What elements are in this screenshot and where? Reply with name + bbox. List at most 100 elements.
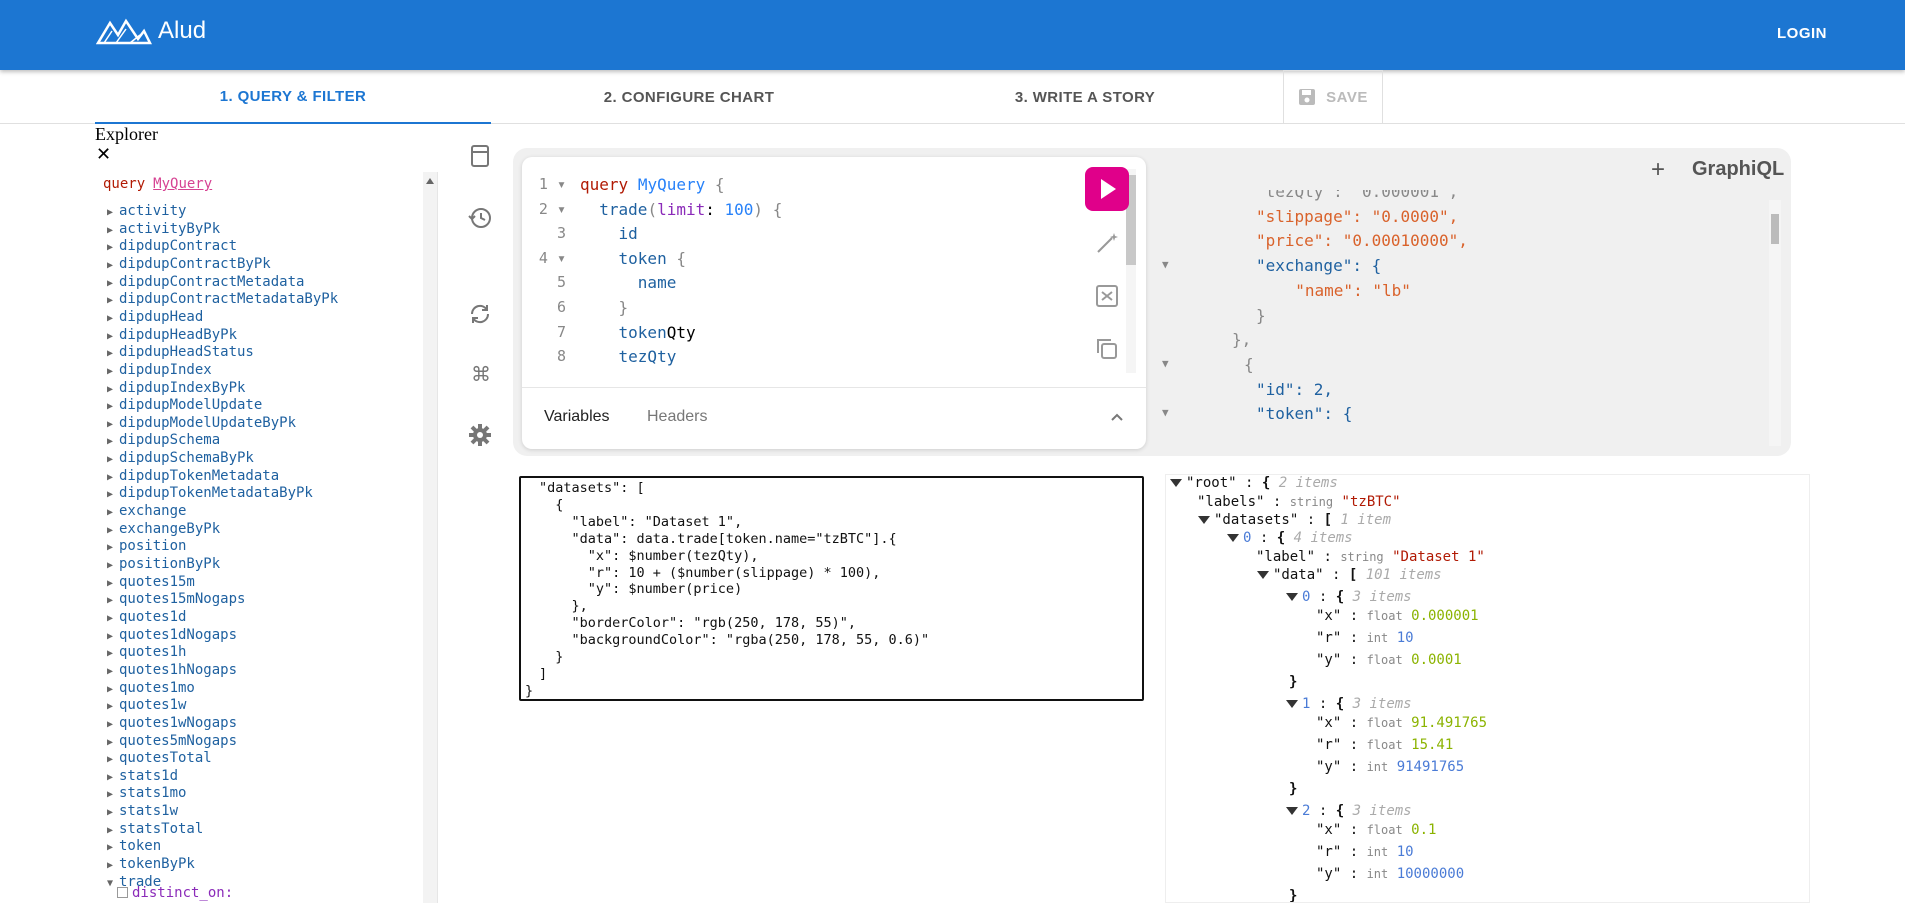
tree-item[interactable]: 2 : { 3 items	[1286, 803, 1412, 819]
expand-caret-icon[interactable]	[1286, 593, 1298, 601]
tree-brace[interactable]: }	[1289, 674, 1297, 690]
explorer-field-dipdupSchema[interactable]: ▶ dipdupSchema	[107, 432, 220, 448]
explorer-field-dipdupTokenMetadata[interactable]: ▶ dipdupTokenMetadata	[107, 468, 279, 484]
explorer-field-dipdupModelUpdate[interactable]: ▶ dipdupModelUpdate	[107, 397, 262, 413]
explorer-field-dipdupIndexByPk[interactable]: ▶ dipdupIndexByPk	[107, 380, 245, 396]
explorer-field-dipdupContractMetadataByPk[interactable]: ▶ dipdupContractMetadataByPk	[107, 291, 338, 307]
explorer-field-statsTotal[interactable]: ▶ statsTotal	[107, 821, 203, 837]
tree-labels[interactable]: "labels" : string "tzBTC"	[1197, 494, 1401, 510]
explorer-field-dipdupModelUpdateByPk[interactable]: ▶ dipdupModelUpdateByPk	[107, 415, 296, 431]
explorer-field-quotes1mo[interactable]: ▶ quotes1mo	[107, 680, 195, 696]
expand-caret-icon[interactable]	[1257, 571, 1269, 579]
explorer-field-quotes1dNogaps[interactable]: ▶ quotes1dNogaps	[107, 627, 237, 643]
close-icon[interactable]: ✕	[96, 144, 111, 165]
save-button[interactable]: SAVE	[1283, 70, 1383, 124]
tree-item-r[interactable]: "r" : int 10	[1316, 844, 1414, 860]
tree-item-r[interactable]: "r" : int 10	[1316, 630, 1414, 646]
keyboard-shortcuts-icon[interactable]: ⌘	[466, 360, 494, 388]
add-tab-button[interactable]: +	[1651, 156, 1665, 184]
explorer-field-token[interactable]: ▶ token	[107, 838, 161, 854]
explorer-field-dipdupContract[interactable]: ▶ dipdupContract	[107, 238, 237, 254]
explorer-field-dipdupHeadByPk[interactable]: ▶ dipdupHeadByPk	[107, 327, 237, 343]
tab-query-filter[interactable]: 1. QUERY & FILTER	[95, 70, 491, 124]
explorer-field-dipdupHead[interactable]: ▶ dipdupHead	[107, 309, 203, 325]
run-query-button[interactable]	[1085, 167, 1129, 211]
checkbox[interactable]	[117, 887, 128, 898]
history-icon[interactable]	[466, 204, 494, 232]
explorer-field-quotes15mNogaps[interactable]: ▶ quotes15mNogaps	[107, 591, 245, 607]
tree-item-y[interactable]: "y" : float 0.0001	[1316, 652, 1462, 668]
tree-item-y[interactable]: "y" : int 10000000	[1316, 866, 1464, 882]
tree-item-x[interactable]: "x" : float 91.491765	[1316, 715, 1487, 731]
result-scrollbar[interactable]	[1769, 200, 1781, 446]
expand-caret-icon[interactable]	[1227, 534, 1239, 542]
tab-write-story[interactable]: 3. WRITE A STORY	[887, 70, 1283, 124]
settings-gear-icon[interactable]	[466, 421, 494, 449]
fold-arrow-icon[interactable]: ▼	[1162, 357, 1169, 370]
explorer-field-exchangeByPk[interactable]: ▶ exchangeByPk	[107, 521, 220, 537]
prettify-icon[interactable]	[1094, 230, 1120, 256]
query-editor[interactable]: 1 ▾ query MyQuery {2 ▾ trade(limit: 100) …	[522, 157, 1146, 449]
merge-fragments-icon[interactable]	[1094, 283, 1120, 309]
explorer-field-stats1d[interactable]: ▶ stats1d	[107, 768, 178, 784]
tree-item-r[interactable]: "r" : float 15.41	[1316, 737, 1453, 753]
tree-data[interactable]: "data" : [ 101 items	[1257, 567, 1442, 583]
explorer-field-dipdupContractMetadata[interactable]: ▶ dipdupContractMetadata	[107, 274, 304, 290]
explorer-field-stats1w[interactable]: ▶ stats1w	[107, 803, 178, 819]
fold-arrow-icon[interactable]: ▼	[1162, 258, 1169, 271]
tree-item-x[interactable]: "x" : float 0.1	[1316, 822, 1436, 838]
explorer-field-activityByPk[interactable]: ▶ activityByPk	[107, 221, 220, 237]
query-name-input[interactable]: MyQuery	[153, 176, 212, 192]
tab-configure-chart[interactable]: 2. CONFIGURE CHART	[491, 70, 887, 124]
scroll-up-arrow-icon[interactable]	[426, 178, 434, 184]
result-viewer[interactable]: "tezQty": "0.000001", "slippage": "0.0000…	[1150, 190, 1778, 448]
explorer-field-positionByPk[interactable]: ▶ positionByPk	[107, 556, 220, 572]
fold-arrow-icon[interactable]: ▼	[1162, 406, 1169, 419]
explorer-field-quotesTotal[interactable]: ▶ quotesTotal	[107, 750, 212, 766]
explorer-field-dipdupSchemaByPk[interactable]: ▶ dipdupSchemaByPk	[107, 450, 254, 466]
chevron-up-icon[interactable]	[1110, 412, 1124, 422]
expand-caret-icon[interactable]	[1286, 700, 1298, 708]
docs-icon[interactable]	[466, 142, 494, 170]
explorer-field-quotes1h[interactable]: ▶ quotes1h	[107, 644, 186, 660]
explorer-field-activity[interactable]: ▶ activity	[107, 203, 186, 219]
explorer-field-quotes15m[interactable]: ▶ quotes15m	[107, 574, 195, 590]
app-logo[interactable]: Alud	[96, 17, 206, 45]
tree-dataset-0[interactable]: 0 : { 4 items	[1227, 530, 1353, 546]
tree-item[interactable]: 0 : { 3 items	[1286, 589, 1412, 605]
tree-item[interactable]: 1 : { 3 items	[1286, 696, 1412, 712]
variables-tab[interactable]: Variables	[544, 408, 610, 426]
tree-root[interactable]: "root" : { 2 items	[1170, 475, 1338, 491]
arg-distinct-on[interactable]: distinct_on:	[117, 885, 233, 901]
jsonata-transform-textarea[interactable]: "datasets": [ { "label": "Dataset 1", "d…	[519, 476, 1144, 701]
copy-icon[interactable]	[1094, 336, 1120, 362]
tree-brace[interactable]: }	[1289, 781, 1297, 797]
explorer-field-quotes1wNogaps[interactable]: ▶ quotes1wNogaps	[107, 715, 237, 731]
explorer-field-quotes1hNogaps[interactable]: ▶ quotes1hNogaps	[107, 662, 237, 678]
explorer-scrollbar[interactable]	[423, 172, 437, 903]
explorer-field-dipdupIndex[interactable]: ▶ dipdupIndex	[107, 362, 212, 378]
explorer-field-position[interactable]: ▶ position	[107, 538, 186, 554]
scroll-thumb[interactable]	[1771, 214, 1779, 244]
line-number: 3	[556, 224, 566, 243]
explorer-field-dipdupHeadStatus[interactable]: ▶ dipdupHeadStatus	[107, 344, 254, 360]
explorer-field-quotes5mNogaps[interactable]: ▶ quotes5mNogaps	[107, 733, 237, 749]
explorer-field-dipdupTokenMetadataByPk[interactable]: ▶ dipdupTokenMetadataByPk	[107, 485, 313, 501]
refresh-icon[interactable]	[466, 300, 494, 328]
explorer-field-stats1mo[interactable]: ▶ stats1mo	[107, 785, 186, 801]
tree-label[interactable]: "label" : string "Dataset 1"	[1256, 549, 1485, 565]
tree-item-y[interactable]: "y" : int 91491765	[1316, 759, 1464, 775]
expand-caret-icon[interactable]	[1286, 807, 1298, 815]
explorer-field-tokenByPk[interactable]: ▶ tokenByPk	[107, 856, 195, 872]
expand-caret-icon[interactable]	[1170, 479, 1182, 487]
expand-caret-icon[interactable]	[1198, 516, 1210, 524]
explorer-field-dipdupContractByPk[interactable]: ▶ dipdupContractByPk	[107, 256, 271, 272]
login-button[interactable]: LOGIN	[1777, 25, 1827, 42]
tree-brace[interactable]: }	[1289, 888, 1297, 902]
explorer-field-quotes1d[interactable]: ▶ quotes1d	[107, 609, 186, 625]
tree-item-x[interactable]: "x" : float 0.000001	[1316, 608, 1479, 624]
explorer-field-exchange[interactable]: ▶ exchange	[107, 503, 186, 519]
tree-datasets[interactable]: "datasets" : [ 1 item	[1198, 512, 1391, 528]
headers-tab[interactable]: Headers	[647, 408, 707, 426]
explorer-field-quotes1w[interactable]: ▶ quotes1w	[107, 697, 186, 713]
